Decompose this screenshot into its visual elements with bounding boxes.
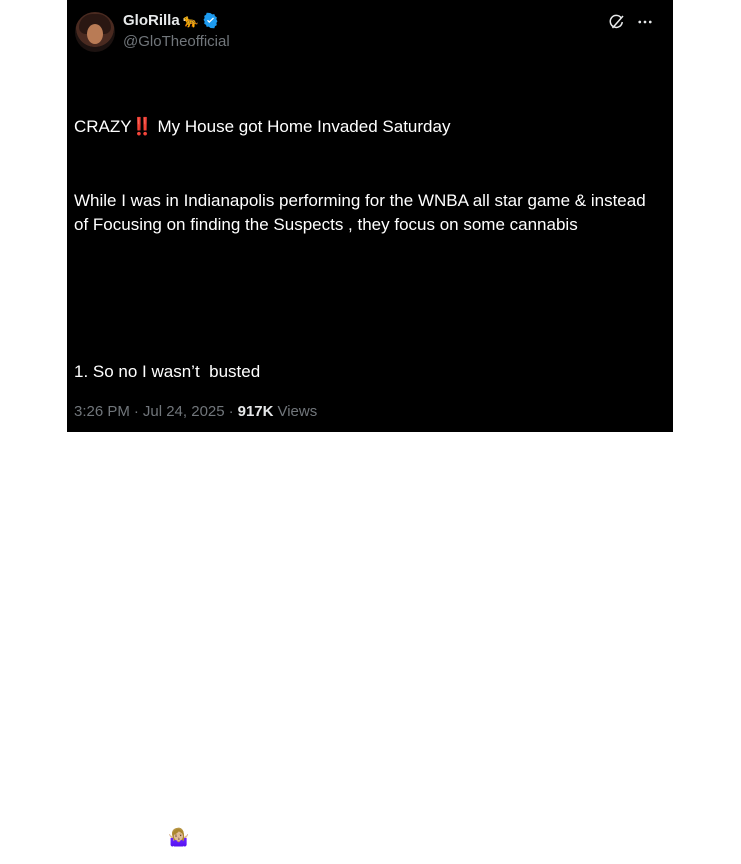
tweet-card: GloRilla 🐆 @GloTheofficial CRAZY‼️ My Ho… [67, 0, 673, 847]
name-row: GloRilla 🐆 [123, 12, 219, 29]
tweet-time[interactable]: 3:26 PM [74, 403, 130, 420]
user-handle[interactable]: @GloTheofficial [123, 33, 230, 50]
tweet-list-item: 2. My house got robbed [74, 435, 253, 455]
tweet-list-item: 3. I wasn’t home [74, 509, 198, 528]
tweet-closing: So that’s tea🤷🏼‍♀️ [74, 827, 190, 847]
tweet-paragraph: Long story short my house gets home inva… [74, 656, 652, 700]
display-name[interactable]: GloRilla [123, 12, 180, 29]
tweet-line: CRAZY‼️ My House got Home Invaded Saturd… [74, 117, 451, 136]
tweet-meta: 3:26 PM · Jul 24, 2025 · 917K Views [74, 403, 317, 420]
tweet-text: CRAZY‼️ My House got Home Invaded Saturd… [74, 66, 664, 864]
views-count[interactable]: 917K [238, 403, 274, 420]
verified-badge-icon [203, 12, 218, 29]
tweet-list-item: 1. So no I wasn’t busted [74, 362, 261, 381]
meta-separator: · [133, 403, 139, 420]
tweet-line: While I was in Indianapolis performing f… [74, 190, 651, 235]
avatar[interactable] [75, 12, 115, 52]
grok-icon[interactable] [607, 12, 627, 32]
name-emoji: 🐆 [182, 12, 199, 28]
avatar-face [87, 24, 103, 44]
views-label: Views [277, 403, 318, 420]
tweet-date[interactable]: Jul 24, 2025 [143, 403, 225, 420]
meta-separator: · [228, 403, 234, 420]
more-options-icon[interactable] [635, 12, 655, 32]
